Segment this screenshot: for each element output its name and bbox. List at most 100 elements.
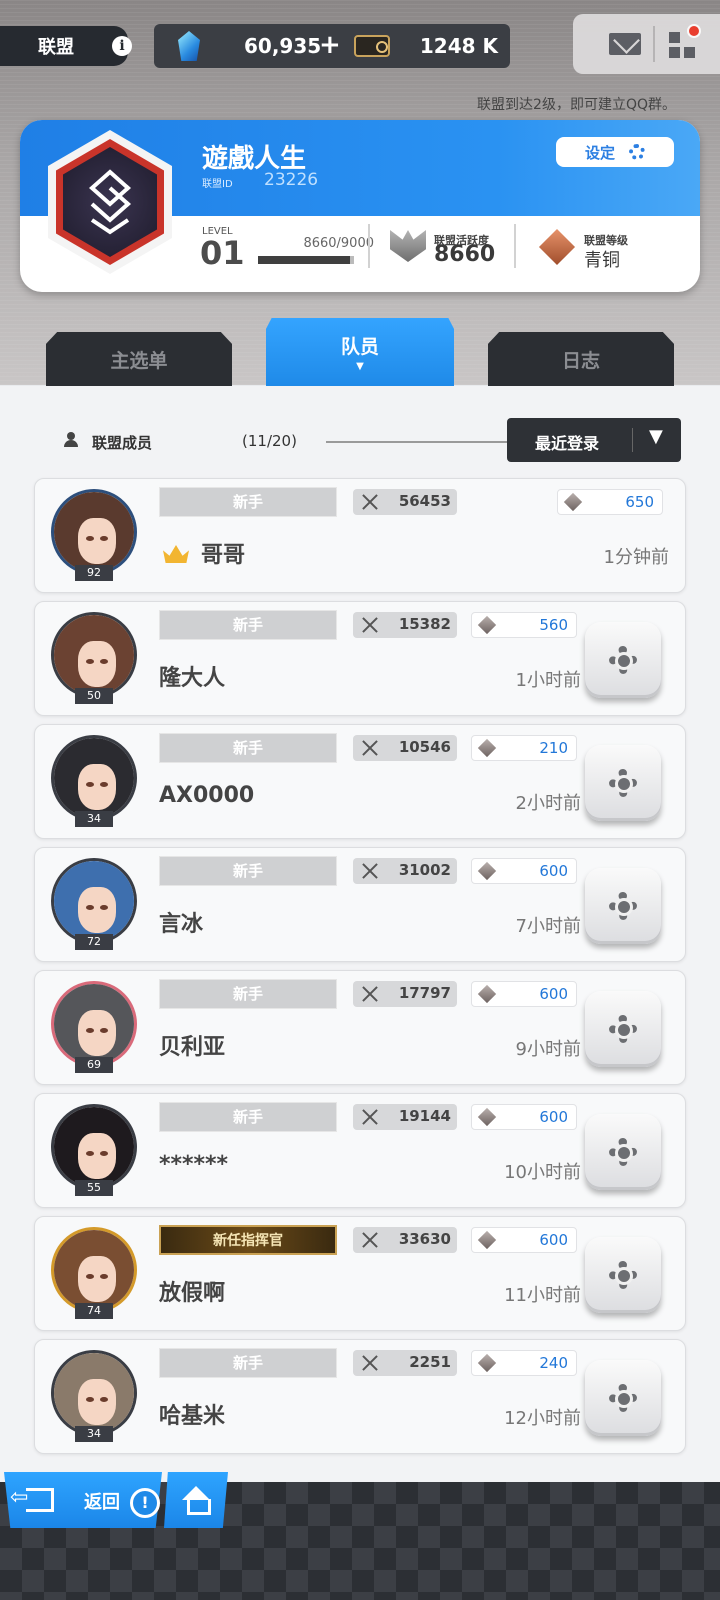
- member-name: ******: [159, 1152, 229, 1177]
- crossed-swords-icon: [361, 1231, 379, 1249]
- member-power: 15382: [353, 612, 457, 638]
- last-login-time: 7小时前: [515, 916, 581, 937]
- member-avatar[interactable]: [51, 612, 137, 698]
- divider: [514, 224, 516, 268]
- member-manage-button[interactable]: [585, 868, 661, 944]
- add-gems-button[interactable]: +: [319, 30, 341, 60]
- diamond-icon: [477, 861, 497, 881]
- activity-value: 8660: [434, 242, 496, 267]
- member-card[interactable]: 72 新手 31002 600 言冰 7小时前: [34, 847, 686, 962]
- alert-badge[interactable]: !: [130, 1488, 160, 1518]
- member-name: AX0000: [159, 783, 255, 808]
- active-tab-caret-icon: ▼: [356, 361, 364, 372]
- members-header: 联盟成员 (11/20) 最近登录 ▼: [0, 386, 720, 480]
- member-contribution: 210: [471, 735, 577, 761]
- divider: [326, 441, 510, 443]
- exp-progress-fill: [258, 256, 351, 264]
- avatar-eye: [86, 536, 94, 541]
- avatar-face: [78, 1133, 116, 1179]
- gear-icon: [609, 1384, 637, 1412]
- member-power: 33630: [353, 1227, 457, 1253]
- avatar-eye: [100, 782, 108, 787]
- member-card[interactable]: 55 新手 19144 600 ****** 10小时前: [34, 1093, 686, 1208]
- member-power: 56453: [353, 489, 457, 515]
- last-login-time: 9小时前: [515, 1039, 581, 1060]
- crossed-swords-icon: [361, 1108, 379, 1126]
- divider: [368, 224, 370, 268]
- sort-dropdown[interactable]: 最近登录 ▼: [507, 418, 681, 462]
- crossed-swords-icon: [361, 493, 379, 511]
- gem-count: 60,935: [244, 34, 322, 58]
- ticket-count: 1248 K: [419, 34, 498, 58]
- chevron-down-icon: ▼: [649, 426, 663, 447]
- last-login-time: 1分钟前: [603, 547, 669, 568]
- tab-main-menu[interactable]: 主选单: [46, 332, 232, 386]
- member-manage-button[interactable]: [585, 622, 661, 698]
- member-level-badge: 34: [75, 1426, 113, 1442]
- diamond-icon: [477, 1107, 497, 1127]
- contribution-value: 600: [539, 1231, 568, 1249]
- member-level-badge: 92: [75, 565, 113, 581]
- alliance-id: 23226: [264, 170, 319, 190]
- diamond-icon: [477, 984, 497, 1004]
- contribution-value: 600: [539, 1108, 568, 1126]
- gear-icon: [609, 1138, 637, 1166]
- diamond-icon: [477, 738, 497, 758]
- member-power: 2251: [353, 1350, 457, 1376]
- member-manage-button[interactable]: [585, 991, 661, 1067]
- avatar-face: [78, 887, 116, 933]
- avatar-eye: [100, 1274, 108, 1279]
- info-icon[interactable]: i: [112, 36, 132, 56]
- power-value: 31002: [398, 861, 451, 879]
- power-value: 17797: [398, 984, 451, 1002]
- tab-members[interactable]: 队员 ▼: [266, 318, 454, 386]
- member-card[interactable]: 50 新手 15382 560 隆大人 1小时前: [34, 601, 686, 716]
- member-avatar[interactable]: [51, 1104, 137, 1190]
- member-card[interactable]: 92 新手 56453 650 哥哥 1分钟前: [34, 478, 686, 593]
- tab-log[interactable]: 日志: [488, 332, 674, 386]
- member-contribution: 240: [471, 1350, 577, 1376]
- member-manage-button[interactable]: [585, 1360, 661, 1436]
- member-avatar[interactable]: [51, 858, 137, 944]
- member-avatar[interactable]: [51, 1227, 137, 1313]
- member-card[interactable]: 34 新手 2251 240 哈基米 12小时前: [34, 1339, 686, 1454]
- crossed-swords-icon: [361, 985, 379, 1003]
- member-card[interactable]: 69 新手 17797 600 贝利亚 9小时前: [34, 970, 686, 1085]
- member-avatar[interactable]: [51, 489, 137, 575]
- member-name: 言冰: [159, 912, 204, 937]
- back-label: 返回: [84, 1492, 120, 1513]
- member-avatar[interactable]: [51, 1350, 137, 1436]
- member-avatar[interactable]: [51, 735, 137, 821]
- member-manage-button[interactable]: [585, 1237, 661, 1313]
- avatar-eye: [100, 1028, 108, 1033]
- gear-icon: [609, 1015, 637, 1043]
- member-name: 隆大人: [159, 666, 226, 691]
- home-button[interactable]: [164, 1472, 228, 1528]
- diamond-icon: [477, 615, 497, 635]
- avatar-eye: [86, 1151, 94, 1156]
- crossed-swords-icon: [361, 862, 379, 880]
- avatar-eye: [86, 1274, 94, 1279]
- last-login-time: 2小时前: [515, 793, 581, 814]
- member-card[interactable]: 34 新手 10546 210 AX0000 2小时前: [34, 724, 686, 839]
- last-login-time: 11小时前: [504, 1285, 581, 1306]
- member-avatar[interactable]: [51, 981, 137, 1067]
- member-card[interactable]: 74 新任指挥官 33630 600 放假啊 11小时前: [34, 1216, 686, 1331]
- member-contribution: 600: [471, 981, 577, 1007]
- avatar-eye: [100, 905, 108, 910]
- alliance-settings-button[interactable]: 设定: [556, 137, 674, 167]
- mail-icon[interactable]: [609, 33, 641, 55]
- crown-icon: [163, 545, 189, 563]
- member-manage-button[interactable]: [585, 1114, 661, 1190]
- avatar-face: [78, 764, 116, 810]
- alliance-level: 01: [200, 234, 245, 272]
- member-title-badge: 新手: [159, 1102, 337, 1132]
- member-manage-button[interactable]: [585, 745, 661, 821]
- power-value: 19144: [398, 1107, 451, 1125]
- gear-icon: [609, 646, 637, 674]
- member-level-badge: 72: [75, 934, 113, 950]
- gem-icon: [178, 31, 200, 61]
- gear-icon: [609, 892, 637, 920]
- sort-label: 最近登录: [535, 434, 600, 453]
- member-level-badge: 34: [75, 811, 113, 827]
